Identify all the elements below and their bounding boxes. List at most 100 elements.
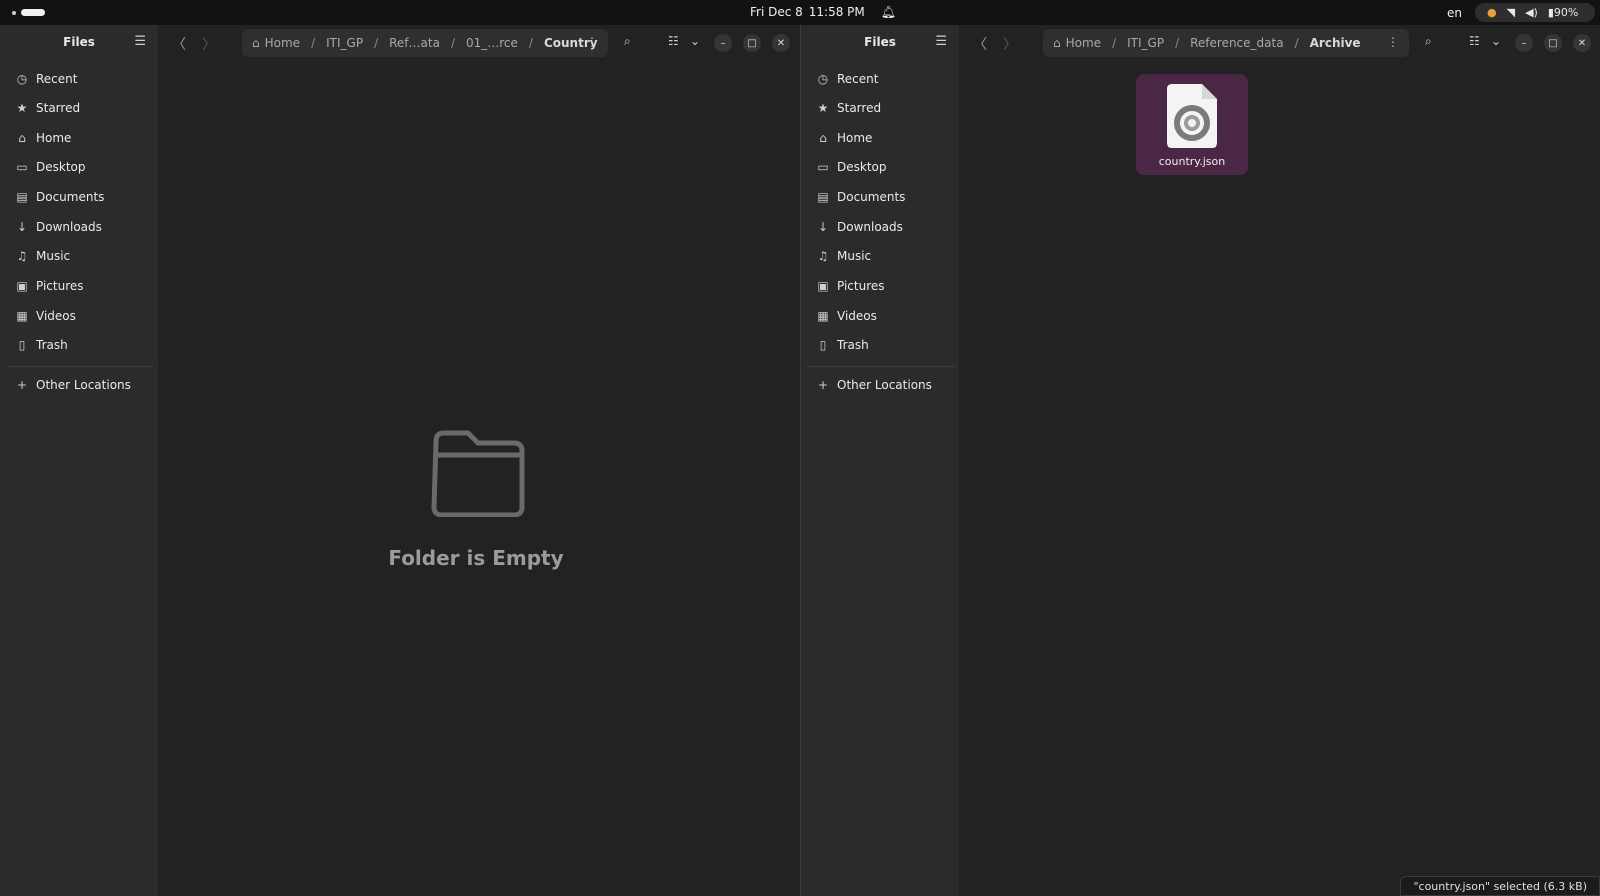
sidebar-divider [6,366,154,367]
video-icon: ▦ [16,309,28,323]
forward-button[interactable]: 〉 [1003,34,1017,54]
breadcrumb-reference-data[interactable]: Ref…ata [389,36,440,50]
path-bar[interactable]: ⌂ Home / ITI_GP / Ref…ata / 01_…rce / Cou… [242,29,608,57]
file-item-country-json[interactable]: country.json [1136,74,1248,175]
sidebar-item-documents[interactable]: ▤ Documents [807,183,953,211]
sidebar-item-recent[interactable]: ◷ Recent [807,65,953,93]
sidebar-item-label: Pictures [837,279,885,293]
file-name: country.json [1158,155,1226,168]
sidebar-item-pictures[interactable]: ▣ Pictures [807,272,953,300]
path-separator: / [450,36,455,50]
sidebar-item-music[interactable]: ♫ Music [6,242,152,270]
sidebar-item-label: Music [837,249,872,263]
picture-icon: ▣ [817,279,829,293]
chevron-down-icon[interactable]: ⌄ [690,34,700,48]
download-icon: ↓ [817,220,829,234]
music-icon: ♫ [16,249,28,263]
path-separator: / [528,36,533,50]
clock[interactable]: Fri Dec 8 11:58 PM 🔔︎ [750,5,896,19]
breadcrumb-home[interactable]: ⌂ Home [1053,36,1101,50]
sidebar-item-label: Home [837,131,873,145]
minimize-button[interactable]: – [1515,34,1533,52]
sidebar-item-starred[interactable]: ★ Starred [807,94,953,122]
workspace-indicator[interactable] [12,9,45,16]
breadcrumb-label: Home [1065,36,1102,50]
back-button[interactable]: 〈 [973,34,987,54]
sidebar-item-desktop[interactable]: ▭ Desktop [6,153,152,181]
sidebar-item-label: Videos [36,309,76,323]
empty-folder-icon [431,430,525,517]
document-icon: ▤ [817,190,829,204]
breadcrumb-iti-gp[interactable]: ITI_GP [1127,36,1164,50]
workspace-dot[interactable] [12,10,16,15]
hamburger-menu-icon[interactable]: ☰ [935,34,947,49]
selection-status-bar: "country.json" selected (6.3 kB) [1400,876,1600,896]
search-icon[interactable]: ⌕ [624,34,631,49]
content-area-right: 〈 〉 ⌂ Home / ITI_GP / Reference_data / Ar… [959,25,1600,896]
sidebar-item-other-locations[interactable]: + Other Locations [807,371,953,399]
sidebar-item-trash[interactable]: ▯ Trash [807,331,953,359]
sidebar-item-recent[interactable]: ◷ Recent [6,65,152,93]
sidebar-item-label: Music [36,249,71,263]
sidebar-left: Files ☰ ◷ Recent ★ Starred ⌂ Home ▭ Desktop … [0,25,158,896]
sidebar-item-label: Videos [837,309,877,323]
breadcrumb-current[interactable]: Archive [1310,36,1361,50]
home-icon: ⌂ [1053,36,1061,50]
sidebar-item-desktop[interactable]: ▭ Desktop [807,153,953,181]
view-list-icon[interactable]: ☷ [668,34,679,48]
clock-icon: ◷ [817,72,829,86]
sidebar-item-pictures[interactable]: ▣ Pictures [6,272,152,300]
hamburger-menu-icon[interactable]: ☰ [134,34,146,49]
path-separator: / [1112,36,1117,50]
sidebar-item-label: Desktop [36,160,86,174]
close-button[interactable]: ✕ [772,34,790,52]
path-menu-icon[interactable]: ⋮ [586,35,598,49]
minimize-button[interactable]: – [714,34,732,52]
sidebar-item-starred[interactable]: ★ Starred [6,94,152,122]
notification-bell-icon: 🔔︎ [880,5,897,19]
maximize-button[interactable]: □ [1544,34,1562,52]
sidebar-item-downloads[interactable]: ↓ Downloads [6,213,152,241]
breadcrumb-iti-gp[interactable]: ITI_GP [326,36,363,50]
sidebar-item-documents[interactable]: ▤ Documents [6,183,152,211]
sidebar-item-label: Trash [837,338,869,352]
star-icon: ★ [817,101,829,115]
view-list-icon[interactable]: ☷ [1469,34,1480,48]
sidebar-item-other-locations[interactable]: + Other Locations [6,371,152,399]
back-button[interactable]: 〈 [172,34,186,54]
document-icon: ▤ [16,190,28,204]
wifi-icon: ◥ [1506,6,1516,19]
breadcrumb-source[interactable]: 01_…rce [466,36,518,50]
sidebar-item-label: Downloads [36,220,102,234]
star-icon: ★ [16,101,28,115]
sidebar-item-downloads[interactable]: ↓ Downloads [807,213,953,241]
breadcrumb-home[interactable]: ⌂ Home [252,36,300,50]
battery-icon: ▮90% [1547,6,1579,19]
active-workspace-pill[interactable] [21,9,45,16]
sidebar-item-music[interactable]: ♫ Music [807,242,953,270]
close-button[interactable]: ✕ [1573,34,1591,52]
sidebar-divider [807,366,955,367]
maximize-button[interactable]: □ [743,34,761,52]
header-bar-right: 〈 〉 ⌂ Home / ITI_GP / Reference_data / Ar… [959,25,1600,61]
sidebar-item-home[interactable]: ⌂ Home [6,124,152,152]
volume-icon: ◀) [1525,6,1538,19]
sidebar-item-videos[interactable]: ▦ Videos [6,302,152,330]
forward-button[interactable]: 〉 [202,34,216,54]
files-window-left: Files ☰ ◷ Recent ★ Starred ⌂ Home ▭ Desktop … [0,25,800,896]
sidebar-item-label: Recent [36,72,78,86]
language-indicator[interactable]: en [1447,6,1462,20]
system-tray[interactable]: ● ◥ ◀) ▮90% [1475,3,1595,22]
picture-icon: ▣ [16,279,28,293]
sidebar-item-trash[interactable]: ▯ Trash [6,331,152,359]
clock-date: Fri Dec 8 [750,5,803,19]
path-bar[interactable]: ⌂ Home / ITI_GP / Reference_data / Archiv… [1043,29,1409,57]
download-icon: ↓ [16,220,28,234]
path-menu-icon[interactable]: ⋮ [1387,35,1399,49]
sidebar-item-home[interactable]: ⌂ Home [807,124,953,152]
breadcrumb-reference-data[interactable]: Reference_data [1190,36,1283,50]
sidebar-item-label: Starred [837,101,882,115]
sidebar-item-videos[interactable]: ▦ Videos [807,302,953,330]
search-icon[interactable]: ⌕ [1425,34,1432,49]
chevron-down-icon[interactable]: ⌄ [1491,34,1501,48]
